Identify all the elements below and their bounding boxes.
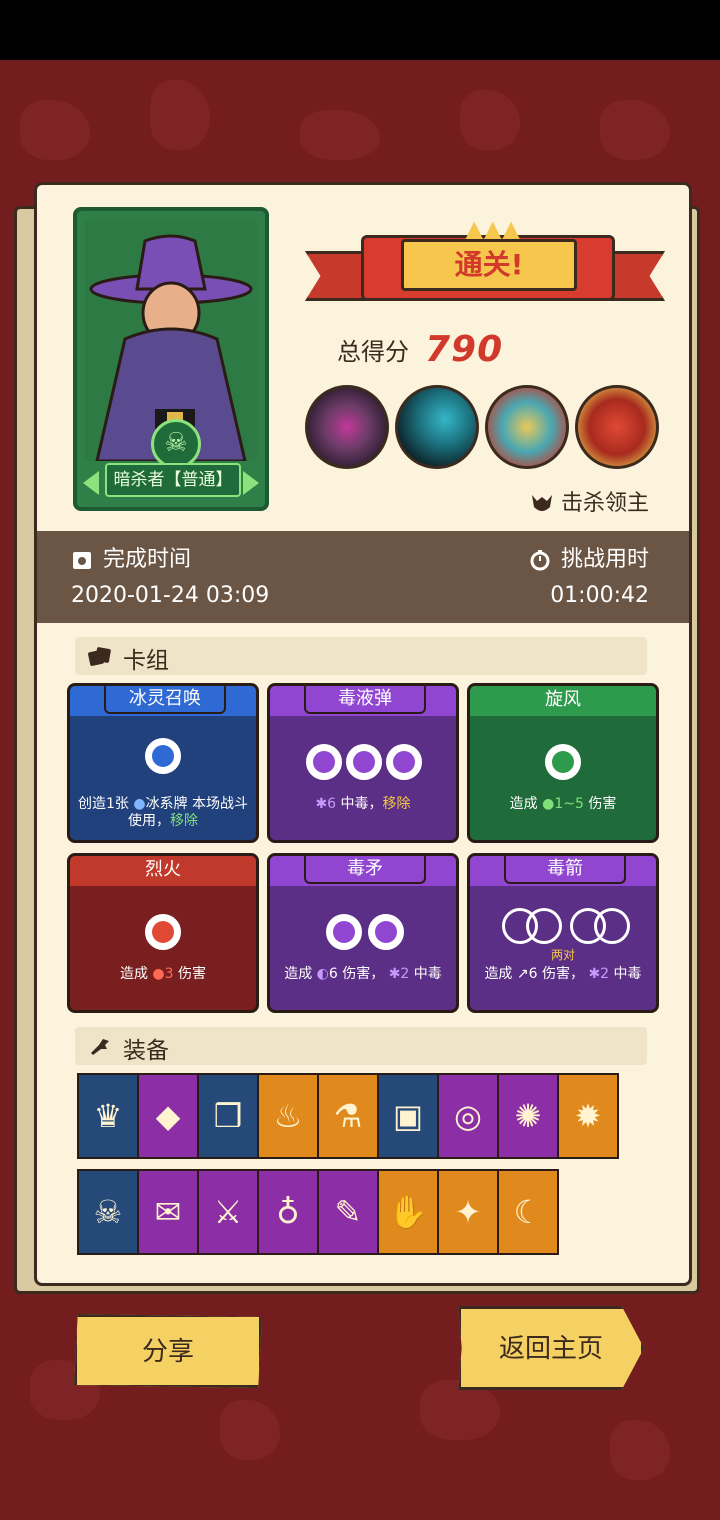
- card-desc: 造成 ◐6 伤害， ✱2 中毒: [284, 966, 442, 982]
- card-poison-spear[interactable]: 毒矛 造成 ◐6 伤害， ✱2 中毒: [267, 853, 459, 1013]
- next-character-arrow-icon[interactable]: [243, 471, 259, 495]
- card-ice-summon[interactable]: 冰灵召唤 创造1张 ●冰系牌 本场战斗使用，移除: [67, 683, 259, 843]
- leaf-icon: [545, 744, 581, 780]
- character-portrait: ☠ 暗杀者【普通】: [73, 207, 269, 511]
- equipment-slot[interactable]: ♛: [77, 1073, 139, 1159]
- skull-icon: ☠: [93, 1193, 123, 1231]
- equipment-slot[interactable]: ♁: [257, 1169, 319, 1255]
- equipment-slot[interactable]: ▣: [377, 1073, 439, 1159]
- card-blaze[interactable]: 烈火 造成 ●3 伤害: [67, 853, 259, 1013]
- card-whirlwind[interactable]: 旋风 造成 ●1~5 伤害: [467, 683, 659, 843]
- moon-icon: [368, 914, 404, 950]
- card-desc: 造成 ●3 伤害: [119, 966, 207, 982]
- boss-portrait-4: [575, 385, 659, 469]
- empty-slot-icon: [526, 908, 562, 944]
- share-button[interactable]: 分享: [74, 1314, 262, 1388]
- card-name: 旋风: [470, 686, 656, 716]
- equipment-slot[interactable]: ◎: [437, 1073, 499, 1159]
- equipment-slot[interactable]: ✉: [137, 1169, 199, 1255]
- equipment-slot[interactable]: ✺: [497, 1073, 559, 1159]
- prev-character-arrow-icon[interactable]: [83, 471, 99, 495]
- wrench-icon: [87, 1035, 113, 1057]
- equipment-slot[interactable]: ✎: [317, 1169, 379, 1255]
- boss-portrait-2: [395, 385, 479, 469]
- equipment-slot[interactable]: ❒: [197, 1073, 259, 1159]
- card-name: 毒矛: [304, 856, 426, 884]
- fire-feather-icon: ✎: [334, 1193, 362, 1231]
- character-name: 暗杀者【普通】: [105, 463, 241, 497]
- challenge-time-value: 01:00:42: [550, 583, 649, 608]
- red-glove-icon: ✋: [388, 1193, 428, 1231]
- equipment-slot[interactable]: ✹: [557, 1073, 619, 1159]
- kill-boss: 击杀领主: [529, 485, 649, 517]
- moon-icon: [326, 914, 362, 950]
- deck-title: 卡组: [123, 648, 169, 674]
- equipment-slot[interactable]: ⚗: [317, 1073, 379, 1159]
- equipment-slot[interactable]: ☠: [77, 1169, 139, 1255]
- card-name: 毒液弹: [304, 686, 426, 714]
- ice-crown-icon: ♛: [93, 1097, 123, 1135]
- eye-flask-icon: ⚗: [333, 1097, 363, 1135]
- score-label: 总得分: [337, 338, 409, 366]
- fire-orb-icon: ✦: [454, 1193, 482, 1231]
- emerald-ring-icon: ♁: [276, 1193, 300, 1231]
- card-sub: 两对: [550, 948, 575, 962]
- victory-ribbon: ▲▲▲ 通关!: [305, 215, 665, 315]
- equipment-title: 装备: [123, 1038, 169, 1064]
- equipment-slot[interactable]: ✋: [377, 1169, 439, 1255]
- boss-head-icon: [529, 493, 555, 515]
- boss-list: [305, 385, 665, 475]
- equipment-slot[interactable]: ♨: [257, 1073, 319, 1159]
- cards-icon: [87, 645, 113, 667]
- fire-scroll-icon: ✉: [154, 1193, 182, 1231]
- green-dagger-icon: ⚔: [213, 1193, 243, 1231]
- skull-icon: ☠: [151, 419, 201, 469]
- moon-icon: [346, 744, 382, 780]
- purple-splash-icon: ✺: [514, 1097, 542, 1135]
- moon-icon: [386, 744, 422, 780]
- card-name: 毒箭: [504, 856, 626, 884]
- stopwatch-icon: [529, 549, 551, 571]
- card-desc: 造成 ↗6 伤害， ✱2 中毒: [484, 966, 642, 982]
- score: 总得分 790: [337, 329, 637, 373]
- moon-icon: [306, 744, 342, 780]
- home-button[interactable]: 返回主页: [458, 1306, 644, 1390]
- result-panel: ☠ 暗杀者【普通】 ▲▲▲ 通关! 总得分 790 击杀领主 完成时间 2020-…: [34, 182, 692, 1286]
- info-bar: 完成时间 2020-01-24 03:09 挑战用时 01:00:42: [37, 531, 689, 623]
- card-name: 冰灵召唤: [104, 686, 226, 714]
- challenge-time-label: 挑战用时: [560, 547, 649, 572]
- status-bar: [0, 0, 720, 60]
- gold-ring-orb-icon: ◎: [454, 1097, 482, 1135]
- moon-stone-icon: ☾: [513, 1193, 543, 1231]
- deck-section-header: 卡组: [75, 637, 647, 675]
- result-title: 通关!: [401, 239, 577, 291]
- boss-portrait-3: [485, 385, 569, 469]
- empty-slot-icon: [594, 908, 630, 944]
- card-desc: ✱6 中毒，移除: [315, 796, 411, 812]
- score-value: 790: [425, 329, 504, 370]
- water-drop-icon: [145, 738, 181, 774]
- finish-time-label: 完成时间: [103, 547, 192, 572]
- spiked-orb-icon: ✹: [574, 1097, 602, 1135]
- scroll-bundle-icon: ❒: [213, 1097, 243, 1135]
- equipment-slot[interactable]: ⚔: [197, 1169, 259, 1255]
- finish-time-value: 2020-01-24 03:09: [71, 583, 270, 608]
- boss-portrait-1: [305, 385, 389, 469]
- equipment-section-header: 装备: [75, 1027, 647, 1065]
- fire-icon: [145, 914, 181, 950]
- calendar-icon: [71, 549, 93, 571]
- kill-boss-label: 击杀领主: [560, 491, 649, 516]
- smoke-pipe-icon: ♨: [273, 1097, 303, 1135]
- equipment-slot[interactable]: ☾: [497, 1169, 559, 1255]
- gold-box-icon: ▣: [392, 1097, 424, 1135]
- card-desc: 创造1张 ●冰系牌 本场战斗使用，移除: [77, 796, 249, 829]
- card-poison-arrow[interactable]: 毒箭 两对 造成 ↗6 伤害， ✱2 中毒: [467, 853, 659, 1013]
- equipment-slot[interactable]: ✦: [437, 1169, 499, 1255]
- card-name: 烈火: [70, 856, 256, 886]
- card-venom-shot[interactable]: 毒液弹 ✱6 中毒，移除: [267, 683, 459, 843]
- card-desc: 造成 ●1~5 伤害: [509, 796, 617, 812]
- dark-crystal-icon: ◆: [155, 1097, 181, 1135]
- equipment-slot[interactable]: ◆: [137, 1073, 199, 1159]
